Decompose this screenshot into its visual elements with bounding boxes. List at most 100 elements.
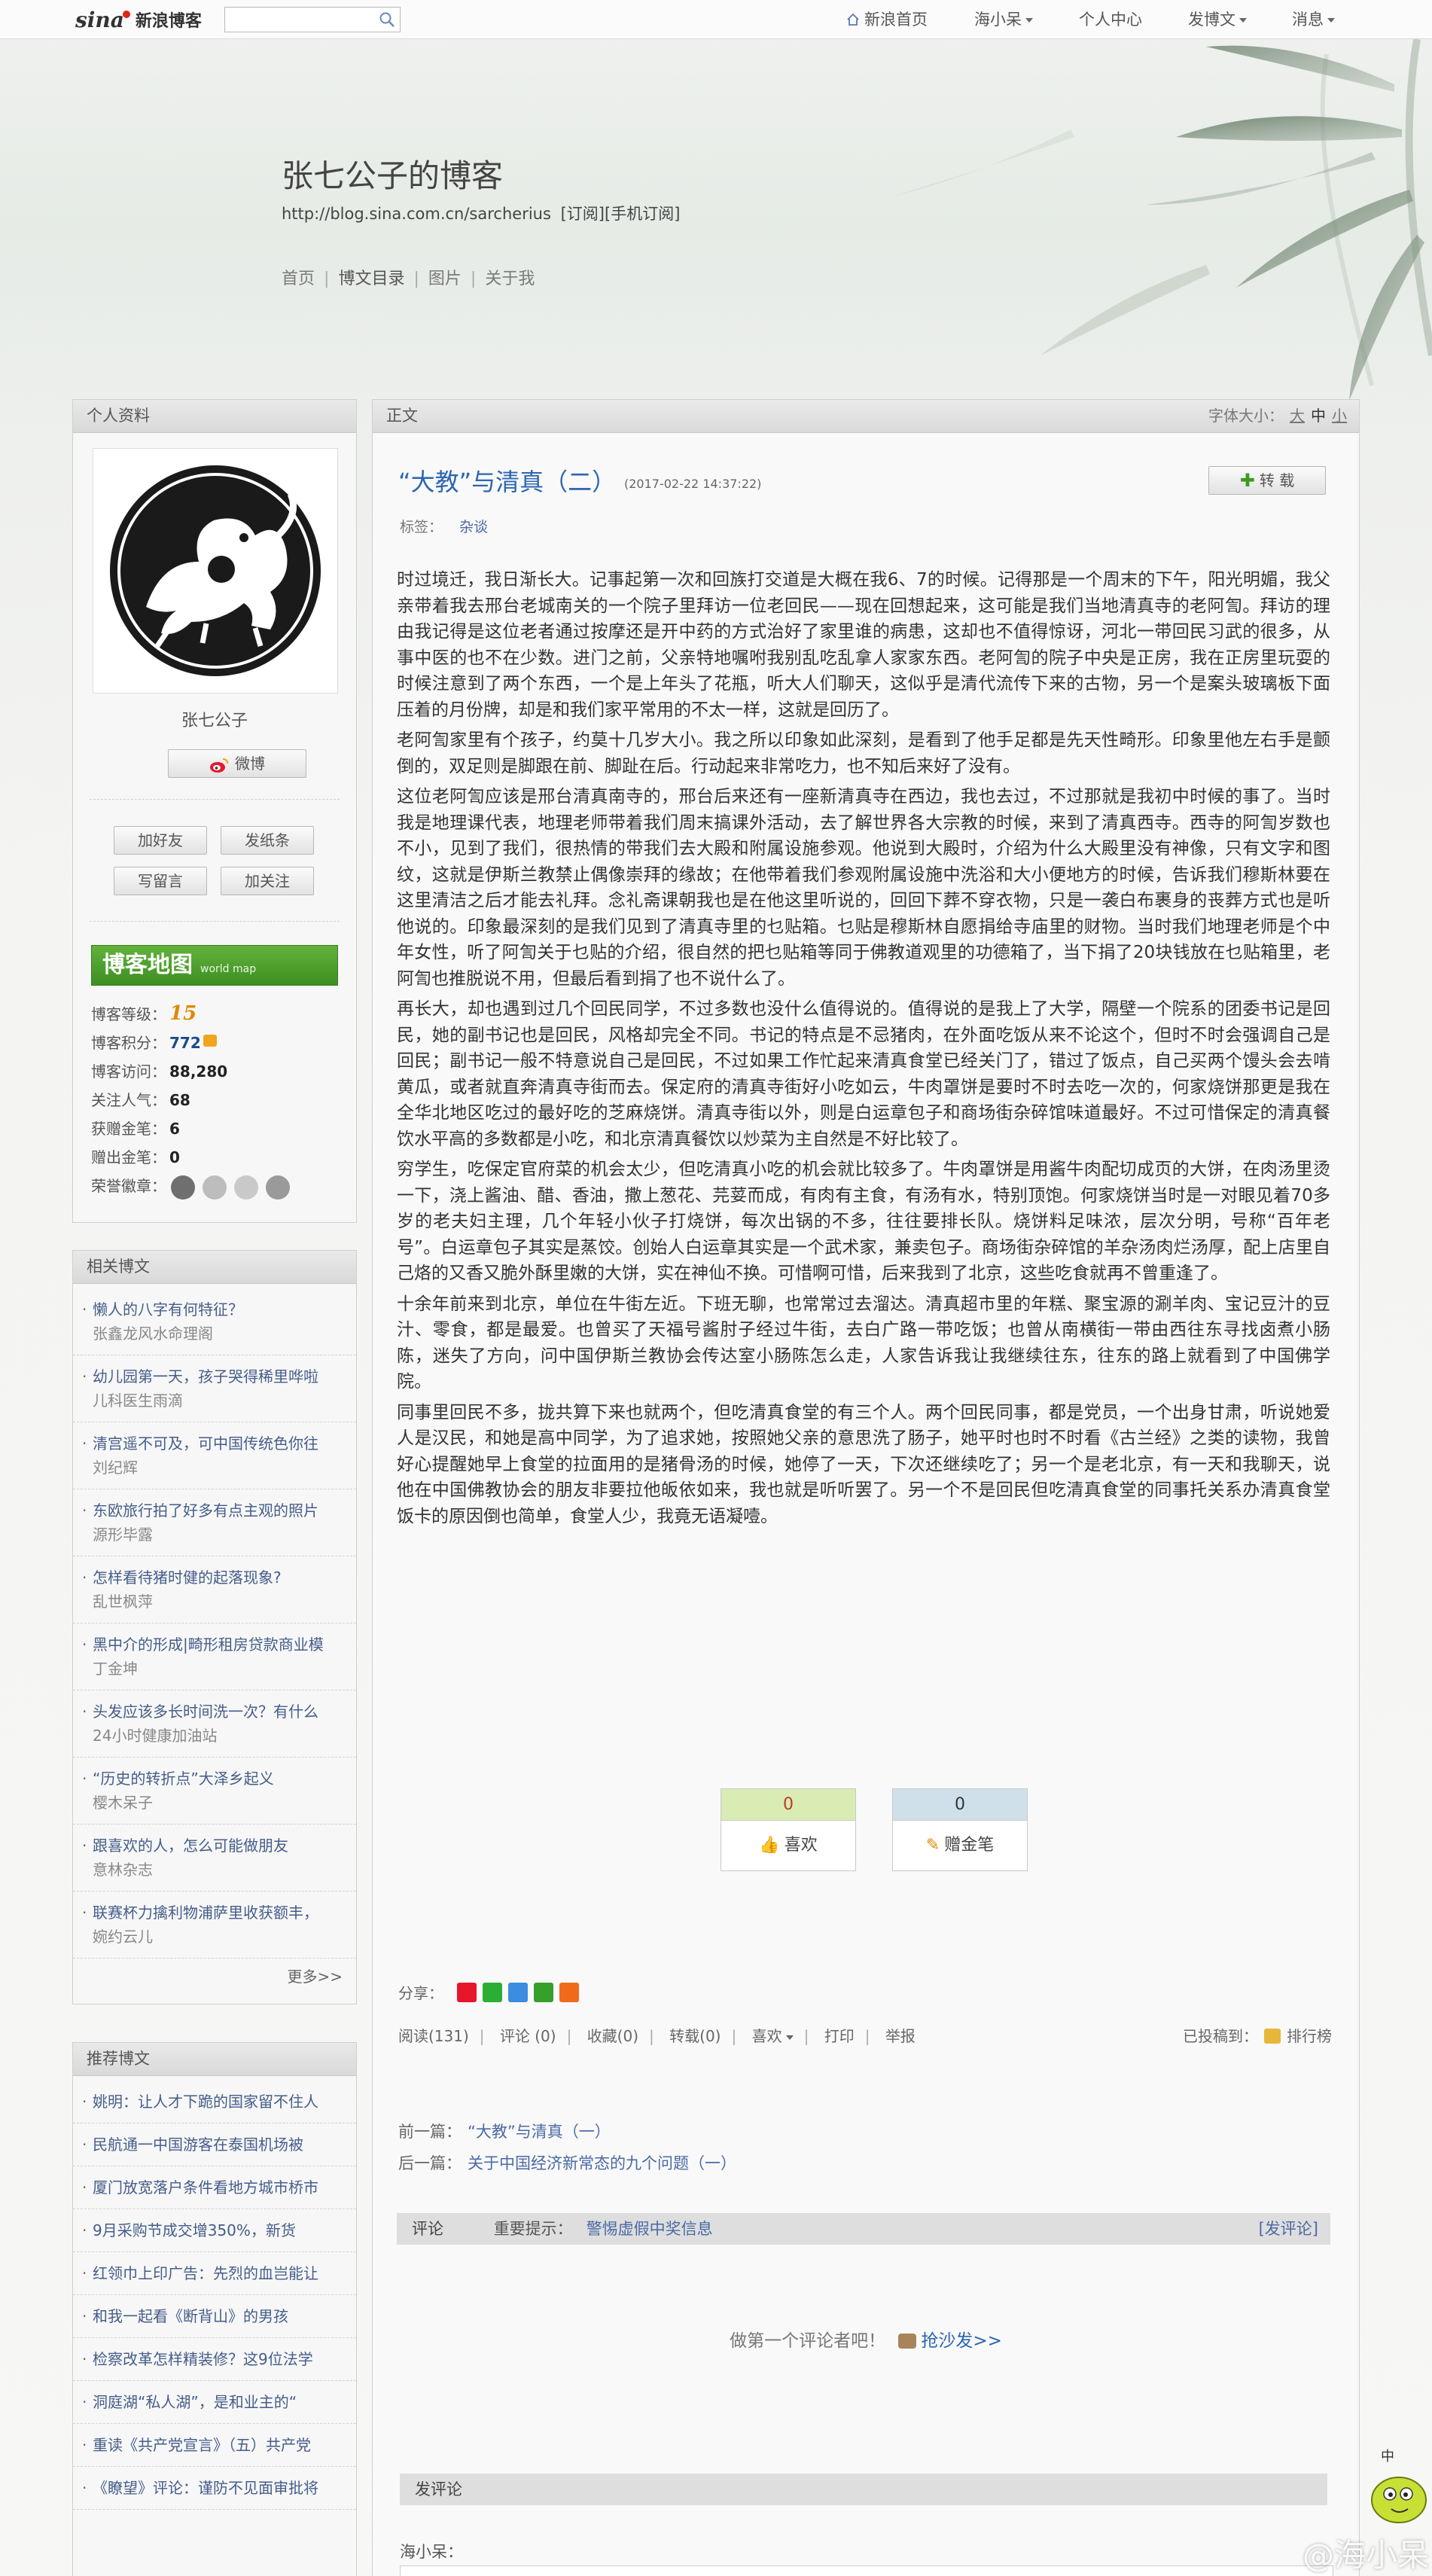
wechat-share-icon[interactable]	[483, 1982, 502, 2002]
list-item[interactable]: 东欧旅行拍了好多有点主观的照片源形毕露	[73, 1489, 356, 1556]
list-item[interactable]: 洞庭湖“私人湖”，是和业主的“	[73, 2381, 356, 2424]
favorite-link[interactable]: 收藏(0)	[587, 2027, 638, 2045]
add-friend-button[interactable]: 加好友	[114, 826, 207, 855]
camera-badge-icon[interactable]	[203, 1175, 227, 1200]
subscribe-link[interactable]: [订阅]	[561, 205, 605, 223]
repost-button[interactable]: ✚ 转 载	[1208, 466, 1326, 495]
mobile-subscribe-link[interactable]: [手机订阅]	[605, 205, 680, 223]
font-size-medium[interactable]: 中	[1311, 407, 1326, 425]
tag-link[interactable]: 杂谈	[459, 519, 488, 535]
recommended-posts-panel: 推荐博文 姚明：让人才下跪的国家留不住人 民航通一中国游客在泰国机场被 厦门放宽…	[72, 2042, 357, 2576]
list-item[interactable]: 红领巾上印广告：先烈的血岂能让	[73, 2252, 356, 2295]
list-item[interactable]: 跟喜欢的人，怎么可能做朋友意林杂志	[73, 1825, 356, 1892]
prev-post-link[interactable]: “大教”与清真（一）	[468, 2123, 611, 2141]
like-button[interactable]: 👍 喜欢	[721, 1821, 855, 1870]
blog-map-banner[interactable]: 博客地图 world map	[91, 945, 338, 986]
sina-blog-logo[interactable]: sina 新浪博客	[75, 5, 202, 35]
follow-button[interactable]: 加关注	[221, 867, 314, 895]
recommended-posts-title: 推荐博文	[73, 2043, 356, 2076]
list-item[interactable]: 黑中介的形成|畸形租房贷款商业模丁金坤	[73, 1623, 356, 1690]
list-item[interactable]: 民航通一中国游客在泰国机场被	[73, 2123, 356, 2166]
blog-url[interactable]: http://blog.sina.com.cn/sarcherius	[282, 205, 551, 223]
chevron-down-icon	[785, 2035, 794, 2040]
weibo-button[interactable]: 微博	[168, 749, 306, 778]
like-vote-box[interactable]: 0 👍 喜欢	[721, 1788, 856, 1871]
list-item[interactable]: 厦门放宽落户条件看地方城市桥市	[73, 2166, 356, 2209]
list-item[interactable]: 姚明：让人才下跪的国家留不住人	[73, 2081, 356, 2123]
list-item[interactable]: 怎样看待猪时健的起落现象?乱世枫萍	[73, 1556, 356, 1623]
stat-visits: 博客访问： 88,280	[91, 1062, 228, 1081]
bamboo-background-decoration	[890, 39, 1432, 401]
gold-pen-vote-box[interactable]: 0 ✎ 赠金笔	[892, 1788, 1028, 1871]
svg-text:中: 中	[1381, 2449, 1394, 2465]
weibo-share-icon[interactable]	[457, 1982, 477, 2002]
grab-sofa-link[interactable]: 抢沙发>>	[921, 2331, 1002, 2351]
send-note-button[interactable]: 发纸条	[221, 826, 314, 855]
blog-nav-home[interactable]: 首页	[282, 270, 315, 288]
print-link[interactable]: 打印	[824, 2027, 855, 2045]
leave-message-button[interactable]: 写留言	[114, 867, 207, 895]
top-nav: sina 新浪博客 新浪首页 海小呆 个人中心 发博文 消息	[0, 0, 1432, 39]
article-paragraph: 再长大，却也遇到过几个回民同学，不过多数也没什么值得说的。值得说的是我上了大学，…	[397, 999, 1330, 1149]
blog-nav-about[interactable]: 关于我	[485, 270, 535, 288]
douban-share-icon[interactable]	[534, 1982, 553, 2002]
blog-url-line: http://blog.sina.com.cn/sarcherius [订阅][…	[282, 202, 680, 224]
blog-nav-catalog[interactable]: 博文目录	[338, 270, 404, 288]
list-item[interactable]: 9月采购节成交增350%，新货	[73, 2209, 356, 2252]
list-item[interactable]: 和我一起看《断背山》的男孩	[73, 2295, 356, 2338]
comment-link[interactable]: 评论 (0)	[500, 2027, 556, 2045]
nav-messages[interactable]: 消息	[1292, 0, 1335, 39]
blog-nav-photos[interactable]: 图片	[428, 270, 462, 288]
blog-map-label: 博客地图	[102, 952, 193, 978]
blog-map-sub: world map	[200, 963, 257, 975]
related-more-link[interactable]: 更多>>	[287, 1965, 343, 1986]
search-input[interactable]	[225, 8, 368, 30]
list-item[interactable]: 头发应该多长时间洗一次？有什么24小时健康加油站	[73, 1690, 356, 1757]
nav-personal-center[interactable]: 个人中心	[1079, 0, 1142, 39]
question-badge-icon[interactable]	[171, 1175, 196, 1200]
gold-pen-button[interactable]: ✎ 赠金笔	[893, 1821, 1027, 1870]
report-link[interactable]: 举报	[885, 2027, 916, 2045]
article-paragraph: 这位老阿訇应该是邢台清真南寺的，邢台后来还有一座新清真寺在西边，我也去过，不过那…	[397, 787, 1330, 989]
nav-user-menu[interactable]: 海小呆	[974, 0, 1033, 39]
list-item[interactable]: 幼儿园第一天，孩子哭得稀里哗啦儿科医生雨滴	[73, 1355, 356, 1422]
list-item[interactable]: “历史的转折点”大泽乡起义樱木呆子	[73, 1757, 356, 1825]
list-item[interactable]: 检察改革怎样精装修？这9位法学	[73, 2338, 356, 2381]
logo-sina-text: sina	[75, 7, 124, 32]
comment-textarea[interactable]	[400, 2565, 1333, 2576]
font-size-small[interactable]: 小	[1332, 407, 1347, 425]
mascot-icon[interactable]: 中	[1361, 2447, 1429, 2530]
repost-link[interactable]: 转载(0)	[669, 2027, 721, 2045]
chevron-down-icon	[1025, 18, 1033, 23]
font-size-large[interactable]: 大	[1290, 407, 1305, 425]
list-item[interactable]: 《瞭望》评论：谨防不见面审批将	[73, 2467, 356, 2510]
article-actions: 阅读(131) | 评论 (0) | 收藏(0) | 转载(0) | 喜欢 | 打印 | 举…	[398, 2024, 1332, 2046]
avatar[interactable]	[93, 448, 338, 694]
search-icon[interactable]	[379, 11, 395, 28]
next-post-link[interactable]: 关于中国经济新常态的九个问题（一）	[468, 2154, 736, 2172]
nav-sina-home[interactable]: 新浪首页	[846, 0, 928, 39]
article-paragraph: 同事里回民不多，拢共算下来也就两个，但吃清真食堂的有三个人。两个回民同事，都是党…	[397, 1402, 1330, 1526]
list-item[interactable]: 懒人的八字有何特征？张鑫龙风水命理阁	[73, 1288, 356, 1355]
post-comment-link[interactable]: [发评论]	[1259, 2213, 1318, 2245]
profile-username[interactable]: 张七公子	[73, 707, 356, 731]
ranking-link[interactable]: 排行榜	[1287, 2027, 1332, 2045]
pen-badge-icon[interactable]	[266, 1175, 291, 1200]
nav-write-post[interactable]: 发博文	[1188, 0, 1247, 39]
nav-personal-center-label: 个人中心	[1079, 11, 1142, 29]
qzone-share-icon[interactable]	[508, 1982, 528, 2002]
article-panel-header: 正文 字体大小：大中小	[373, 400, 1359, 433]
commenter-nickname: 海小呆：	[400, 2543, 463, 2561]
lock-badge-icon[interactable]	[234, 1175, 259, 1200]
like-dropdown[interactable]: 喜欢	[752, 2027, 794, 2045]
gold-pen-count: 0	[893, 1789, 1027, 1821]
more-share-icon[interactable]	[559, 1982, 579, 2002]
fraud-warning-link[interactable]: 警惕虚假中奖信息	[587, 2220, 713, 2238]
list-item[interactable]: 重读《共产党宣言》（五）共产党	[73, 2424, 356, 2467]
article-panel: 正文 字体大小：大中小 “大教”与清真（二） (2017-02-22 14:37…	[372, 399, 1360, 2576]
list-item[interactable]: 联赛杯力擒利物浦萨里收获额丰，婉约云儿	[73, 1892, 356, 1959]
article-paragraph: 十余年前来到北京，单位在牛街左近。下班无聊，也常常过去溜达。清真超市里的年糕、聚…	[397, 1294, 1330, 1392]
list-item[interactable]: 清宫遥不可及，可中国传统色你往刘纪辉	[73, 1422, 356, 1489]
trophy-icon	[1264, 2029, 1281, 2044]
next-post: 后一篇： 关于中国经济新常态的九个问题（一）	[398, 2154, 736, 2172]
